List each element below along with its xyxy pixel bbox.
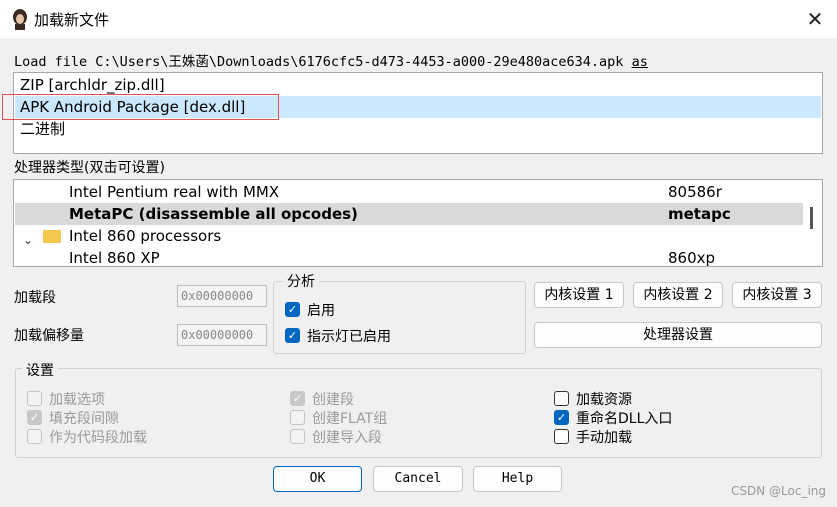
processor-name: Intel Pentium real with MMX — [69, 183, 280, 201]
processor-name: MetaPC (disassemble all opcodes) — [69, 205, 358, 223]
create-segments-checkbox: ✓ — [290, 391, 305, 406]
scroll-thumb[interactable] — [810, 207, 813, 229]
processor-tree[interactable]: Intel Pentium real with MMX 80586r MetaP… — [13, 179, 823, 267]
highlight-annotation — [2, 94, 279, 120]
processor-code: 80586r — [668, 183, 722, 201]
as-code-segment-checkbox — [27, 429, 42, 444]
load-options-checkbox — [27, 391, 42, 406]
processor-group-name: Intel 860 processors — [69, 227, 222, 245]
load-segment-label: 加载段 — [14, 290, 56, 306]
loader-item-zip[interactable]: ZIP [archldr_zip.dll] — [15, 74, 821, 96]
create-segments-label: 创建段 — [312, 392, 354, 408]
app-icon — [10, 8, 30, 30]
enable-analysis-checkbox[interactable]: ✓ — [285, 302, 300, 317]
create-import-segment-label: 创建导入段 — [312, 430, 382, 446]
close-icon[interactable]: ✕ — [800, 4, 830, 34]
as-code-segment-label: 作为代码段加载 — [49, 430, 147, 446]
title-bar — [0, 0, 837, 38]
fill-gaps-label: 填充段间隙 — [49, 411, 119, 427]
kernel-settings-1-button[interactable]: 内核设置 1 — [534, 282, 624, 308]
load-resources-label: 加载资源 — [576, 392, 632, 408]
indicator-checkbox[interactable]: ✓ — [285, 328, 300, 343]
cancel-button[interactable]: Cancel — [373, 466, 463, 492]
kernel-settings-3-button[interactable]: 内核设置 3 — [732, 282, 822, 308]
enable-analysis-label: 启用 — [307, 303, 335, 319]
help-button[interactable]: Help — [473, 466, 562, 492]
manual-load-checkbox[interactable] — [554, 429, 569, 444]
indicator-label: 指示灯已启用 — [307, 329, 391, 345]
watermark: CSDN @Loc_ing — [731, 484, 826, 498]
loader-item-binary[interactable]: 二进制 — [15, 118, 821, 140]
processor-settings-button[interactable]: 处理器设置 — [534, 322, 822, 348]
tree-row-selected[interactable]: MetaPC (disassemble all opcodes) metapc — [15, 203, 803, 225]
processor-type-label: 处理器类型(双击可设置) — [14, 160, 165, 176]
folder-icon — [43, 230, 61, 243]
manual-load-label: 手动加载 — [576, 430, 632, 446]
settings-group-title: 设置 — [22, 360, 58, 380]
load-as-label: as — [631, 54, 648, 70]
load-offset-input[interactable]: 0x00000000 — [177, 324, 267, 346]
scrollbar[interactable] — [803, 181, 821, 265]
create-flat-group-checkbox — [290, 410, 305, 425]
load-resources-checkbox[interactable] — [554, 391, 569, 406]
kernel-settings-2-button[interactable]: 内核设置 2 — [633, 282, 723, 308]
tree-row[interactable]: Intel Pentium real with MMX 80586r — [15, 181, 803, 203]
tree-row-group[interactable]: ⌄ Intel 860 processors — [15, 225, 803, 247]
processor-code: metapc — [668, 205, 731, 223]
rename-dll-entries-label: 重命名DLL入口 — [576, 411, 673, 427]
window-title: 加载新文件 — [34, 11, 110, 29]
ok-button[interactable]: OK — [273, 466, 362, 492]
processor-code: 860xp — [668, 249, 716, 267]
load-options-label: 加载选项 — [49, 392, 105, 408]
analysis-group-title: 分析 — [283, 271, 319, 291]
rename-dll-entries-checkbox[interactable]: ✓ — [554, 410, 569, 425]
create-import-segment-checkbox — [290, 429, 305, 444]
load-file-prefix: Load file C:\Users\王姝菡\Downloads\6176cfc… — [14, 54, 624, 70]
fill-gaps-checkbox: ✓ — [27, 410, 42, 425]
load-offset-label: 加载偏移量 — [14, 328, 84, 344]
tree-row[interactable]: Intel 860 XP 860xp — [15, 247, 803, 267]
processor-name: Intel 860 XP — [69, 249, 160, 267]
load-file-path: Load file C:\Users\王姝菡\Downloads\6176cfc… — [14, 50, 648, 70]
create-flat-group-label: 创建FLAT组 — [312, 411, 388, 427]
load-segment-input[interactable]: 0x00000000 — [177, 285, 267, 307]
